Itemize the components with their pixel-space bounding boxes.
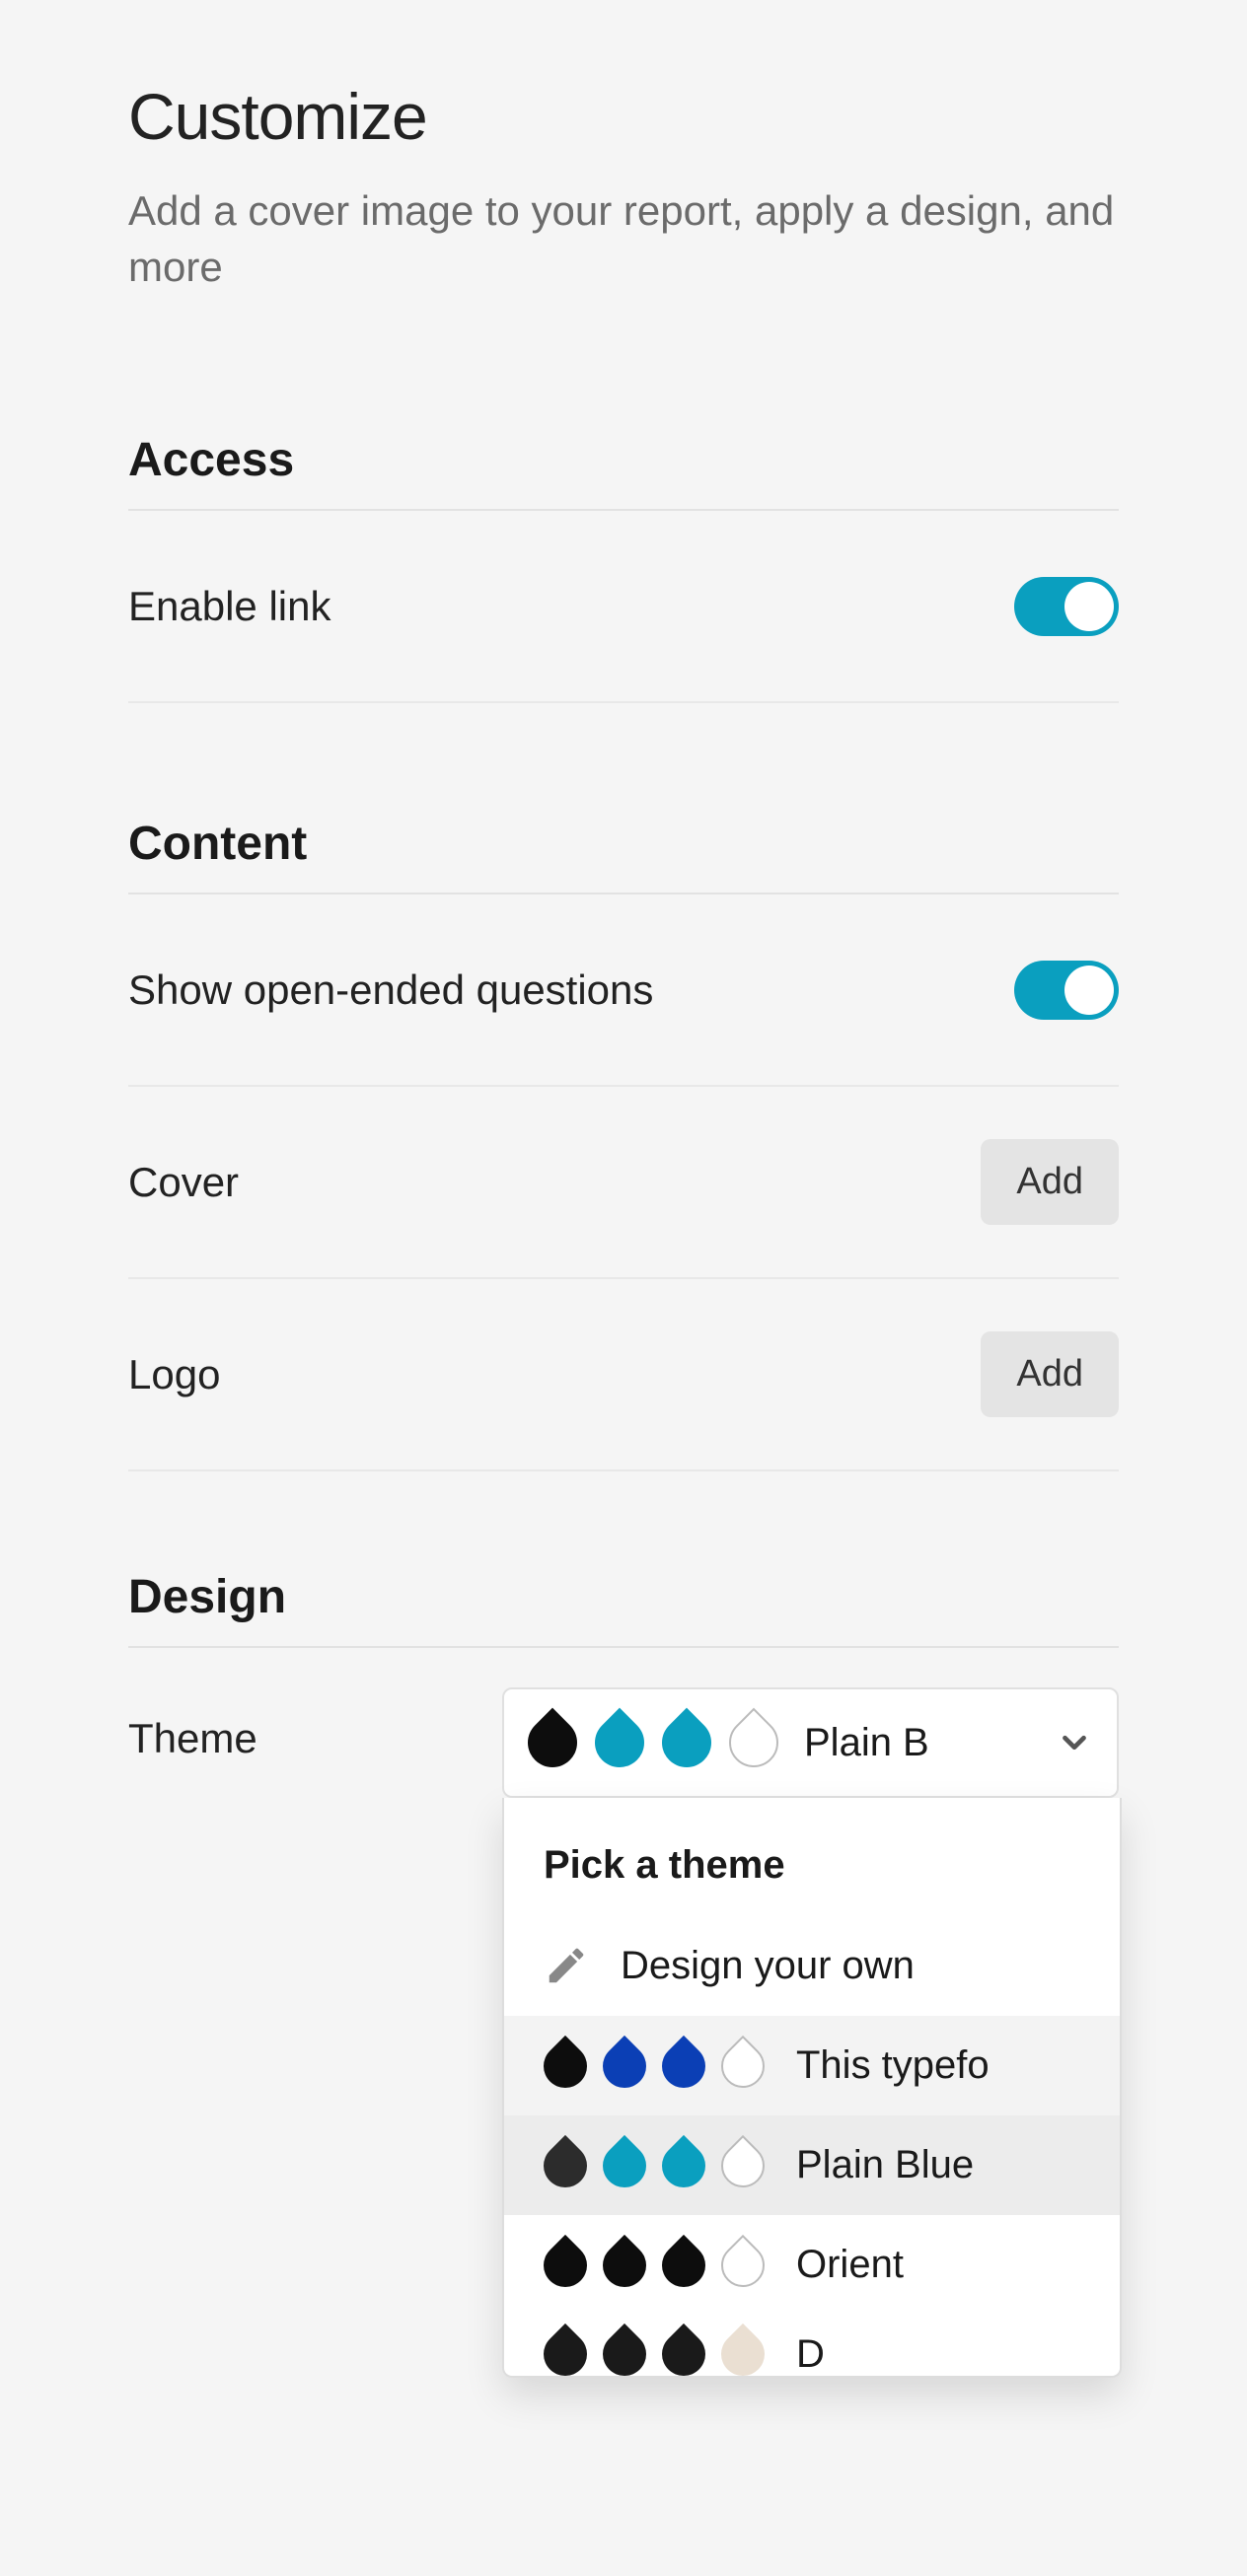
chevron-down-icon <box>1056 1724 1093 1761</box>
theme-option-swatches <box>544 2332 765 2376</box>
drop-icon <box>594 2324 655 2376</box>
drop-icon <box>518 1708 588 1778</box>
theme-dropdown-header: Pick a theme <box>504 1798 1120 1915</box>
theme-label: Theme <box>128 1687 257 1762</box>
drop-icon <box>712 2036 773 2097</box>
row-enable-link: Enable link <box>128 511 1119 703</box>
theme-option[interactable]: Orient <box>504 2215 1120 2315</box>
toggle-knob <box>1064 582 1114 631</box>
enable-link-label: Enable link <box>128 583 330 630</box>
drop-icon <box>535 2324 596 2376</box>
theme-dropdown: Pick a theme Design your own This typefo… <box>502 1798 1122 2378</box>
drop-icon <box>653 2324 714 2376</box>
drop-icon <box>653 2036 714 2097</box>
theme-select[interactable]: Plain B <box>502 1687 1119 1798</box>
add-cover-button[interactable]: Add <box>981 1139 1119 1225</box>
logo-label: Logo <box>128 1351 220 1398</box>
section-heading-content: Content <box>128 817 1119 894</box>
row-theme: Theme Plain B Pick a theme Design your o… <box>128 1648 1119 1798</box>
pencil-icon <box>544 1943 589 1988</box>
row-logo: Logo Add <box>128 1279 1119 1471</box>
drop-icon <box>594 2235 655 2296</box>
row-show-open-ended: Show open-ended questions <box>128 894 1119 1087</box>
theme-option-swatches <box>544 2044 765 2088</box>
page-title: Customize <box>128 79 1119 154</box>
section-heading-design: Design <box>128 1570 1119 1648</box>
theme-option-swatches <box>544 2244 765 2287</box>
toggle-knob <box>1064 966 1114 1015</box>
theme-option[interactable]: D <box>504 2315 1120 2376</box>
drop-icon <box>535 2135 596 2196</box>
theme-option[interactable]: This typefo <box>504 2016 1120 2115</box>
cover-label: Cover <box>128 1159 239 1206</box>
drop-icon <box>712 2235 773 2296</box>
theme-select-swatches <box>528 1718 778 1767</box>
drop-icon <box>535 2235 596 2296</box>
drop-icon <box>653 2135 714 2196</box>
show-open-ended-label: Show open-ended questions <box>128 966 653 1014</box>
drop-icon <box>535 2036 596 2097</box>
drop-icon <box>652 1708 722 1778</box>
drop-icon <box>594 2036 655 2097</box>
theme-option[interactable]: Plain Blue <box>504 2115 1120 2215</box>
drop-icon <box>712 2135 773 2196</box>
add-logo-button[interactable]: Add <box>981 1331 1119 1417</box>
show-open-ended-toggle[interactable] <box>1014 961 1119 1020</box>
theme-option-label: This typefo <box>796 2043 990 2088</box>
enable-link-toggle[interactable] <box>1014 577 1119 636</box>
drop-icon <box>653 2235 714 2296</box>
theme-option-label: Design your own <box>621 1944 915 1988</box>
page-subtitle: Add a cover image to your report, apply … <box>128 183 1115 295</box>
drop-icon <box>585 1708 655 1778</box>
row-cover: Cover Add <box>128 1087 1119 1279</box>
drop-icon <box>594 2135 655 2196</box>
drop-icon <box>719 1708 789 1778</box>
section-heading-access: Access <box>128 433 1119 511</box>
theme-option-label: Plain Blue <box>796 2143 974 2187</box>
drop-icon <box>712 2324 773 2376</box>
theme-option-design-own[interactable]: Design your own <box>504 1915 1120 2016</box>
theme-select-value: Plain B <box>804 1721 1056 1765</box>
theme-option-label: Orient <box>796 2243 904 2287</box>
theme-option-label: D <box>796 2332 825 2377</box>
theme-option-swatches <box>544 2144 765 2187</box>
